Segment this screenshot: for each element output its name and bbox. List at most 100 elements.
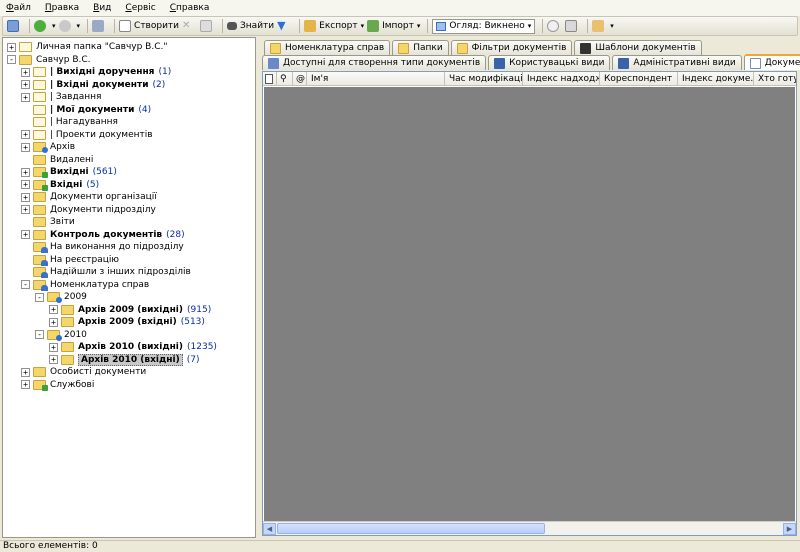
menu-help[interactable]: Справка xyxy=(170,3,210,13)
tree-item[interactable]: - Номенклатура справ xyxy=(21,279,149,292)
find-button[interactable]: Знайти xyxy=(227,18,274,34)
tree-item[interactable]: Звіти xyxy=(21,216,75,229)
collapse-icon[interactable]: - xyxy=(35,330,44,340)
tree-item[interactable]: - Савчур В.С. xyxy=(7,54,91,67)
tree-item[interactable]: | Мої документи (4) xyxy=(21,104,151,117)
tree-item[interactable]: На реєстрацію xyxy=(21,254,119,267)
tree-item[interactable]: На виконання до підрозділу xyxy=(21,241,184,254)
tab-creatable-doc-types[interactable]: Доступні для створення типи документів xyxy=(262,55,487,70)
expand-icon[interactable]: + xyxy=(21,167,30,177)
delete-button[interactable]: ✕ xyxy=(182,18,197,34)
tree-item[interactable]: Видалені xyxy=(21,154,93,167)
collapse-icon[interactable]: - xyxy=(7,55,16,65)
expand-icon[interactable]: + xyxy=(49,317,58,327)
tree-item[interactable]: + | Вихідні доручення (1) xyxy=(21,66,171,79)
find-label: Знайти xyxy=(240,21,275,31)
tree-item[interactable]: + Архів 2009 (вихідні) (915) xyxy=(49,304,211,317)
column-correspondent[interactable]: Кореспондент xyxy=(600,72,678,85)
tree-item[interactable]: + Архів 2009 (вхідні) (513) xyxy=(49,316,205,329)
expand-icon[interactable]: + xyxy=(49,305,58,315)
filter-button[interactable]: ▼ xyxy=(277,18,292,34)
print-button[interactable] xyxy=(565,18,580,34)
tree-item[interactable]: + Документи організації xyxy=(21,191,157,204)
tab-user-views[interactable]: Користувацькі види xyxy=(488,55,611,70)
scroll-thumb[interactable] xyxy=(277,523,545,534)
tree-item[interactable]: - 2009 xyxy=(35,291,87,304)
back-button[interactable] xyxy=(34,18,56,34)
column-name[interactable]: Ім'я xyxy=(307,72,445,85)
menu-view[interactable]: Вид xyxy=(93,3,111,13)
tree-item[interactable]: | Нагадування xyxy=(21,116,118,129)
expand-icon[interactable]: + xyxy=(7,42,16,52)
expand-icon[interactable]: + xyxy=(21,92,30,102)
grid-empty-area[interactable] xyxy=(264,87,795,521)
collapse-icon[interactable]: - xyxy=(21,280,30,290)
expand-icon[interactable]: + xyxy=(21,205,30,215)
collapse-icon[interactable]: - xyxy=(35,292,44,302)
forward-button[interactable] xyxy=(58,18,81,34)
column-document-index[interactable]: Індекс докуме... xyxy=(678,72,754,85)
expand-icon[interactable]: + xyxy=(21,180,30,190)
tree-item-count: (7) xyxy=(186,354,200,365)
column-modified[interactable]: Час модифікації xyxy=(445,72,523,85)
tree-item[interactable]: - 2010 xyxy=(35,329,87,342)
tab-admin-views[interactable]: Адміністративні види xyxy=(612,55,742,70)
tree-item[interactable]: + Вхідні (5) xyxy=(21,179,99,192)
tree-item[interactable]: + Документи підрозділу xyxy=(21,204,156,217)
menu-edit[interactable]: Правка xyxy=(45,3,79,13)
menu-service[interactable]: Сервіс xyxy=(125,3,155,13)
attachment-column-header[interactable]: @ xyxy=(293,72,307,85)
tree-item[interactable]: + | Завдання xyxy=(21,91,101,104)
tree-item[interactable]: + Личная папка "Савчур В.С." xyxy=(7,41,167,54)
export-button[interactable]: Експорт xyxy=(304,18,364,34)
scroll-left-button[interactable]: ◀ xyxy=(263,522,276,535)
tree-item-label: Звіти xyxy=(50,217,75,228)
scroll-right-button[interactable]: ▶ xyxy=(783,522,796,535)
delete-icon: ✕ xyxy=(182,20,191,31)
create-button[interactable]: Створити xyxy=(119,18,179,34)
tools-button[interactable] xyxy=(592,18,614,34)
expand-icon[interactable]: + xyxy=(21,142,30,152)
horizontal-scrollbar[interactable]: ◀ ▶ xyxy=(263,521,796,535)
properties-button[interactable] xyxy=(200,18,215,34)
tab-document-filters[interactable]: Фільтри документів xyxy=(450,40,573,55)
folder-icon xyxy=(33,229,46,240)
folder-tree[interactable]: + Личная папка "Савчур В.С." - Савчур В.С. +… xyxy=(2,37,256,538)
tree-item[interactable]: + Службові xyxy=(21,379,94,392)
flag-column-header[interactable]: ⚲ xyxy=(277,72,293,85)
menu-file[interactable]: Файл xyxy=(6,3,31,13)
link-button[interactable] xyxy=(547,18,562,34)
expand-icon[interactable]: + xyxy=(21,380,30,390)
tree-item[interactable]: + Архів xyxy=(21,141,75,154)
expand-icon[interactable]: + xyxy=(49,342,58,352)
expand-icon[interactable]: + xyxy=(21,192,30,202)
expand-icon[interactable]: + xyxy=(21,367,30,377)
tab-document-templates[interactable]: Шаблони документів xyxy=(574,40,702,55)
tree-item[interactable]: Надійшли з інших підрозділів xyxy=(21,266,191,279)
tree-item[interactable]: + Контроль документів (28) xyxy=(21,229,185,242)
tab-nomenclature[interactable]: Номенклатура справ xyxy=(264,40,391,55)
tree-item[interactable]: + | Проекти документів xyxy=(21,129,153,142)
column-prepared-by[interactable]: Хто готу xyxy=(754,72,796,85)
expand-icon[interactable]: + xyxy=(21,80,30,90)
view-combo[interactable]: Огляд: Викнено xyxy=(432,18,536,34)
column-incoming-index[interactable]: Індекс надходж... xyxy=(523,72,600,85)
tree-item[interactable]: + Вихідні (561) xyxy=(21,166,117,179)
tree-item-count: (915) xyxy=(187,304,212,315)
new-column-header[interactable] xyxy=(263,72,277,85)
tree-item[interactable]: + Особисті документи xyxy=(21,366,146,379)
tab-documents[interactable]: Документи xyxy=(743,54,800,70)
save-button[interactable] xyxy=(92,18,107,34)
new-window-button[interactable] xyxy=(7,18,22,34)
expand-icon[interactable]: + xyxy=(49,355,58,365)
expand-icon[interactable]: + xyxy=(21,230,30,240)
tab-folders[interactable]: Папки xyxy=(392,40,449,55)
tab-row-top: Номенклатура справ Папки Фільтри докумен… xyxy=(264,39,704,55)
tree-item[interactable]: + Архів 2010 (вихідні) (1235) xyxy=(49,341,217,354)
tree-item[interactable]: + Архів 2010 (вхідні) (7) xyxy=(49,353,200,367)
import-button[interactable]: Імпорт xyxy=(367,18,420,34)
tree-item-label: Документи підрозділу xyxy=(50,204,156,215)
tree-item[interactable]: + | Вхідні документи (2) xyxy=(21,79,165,92)
expand-icon[interactable]: + xyxy=(21,67,30,77)
expand-icon[interactable]: + xyxy=(21,130,30,140)
